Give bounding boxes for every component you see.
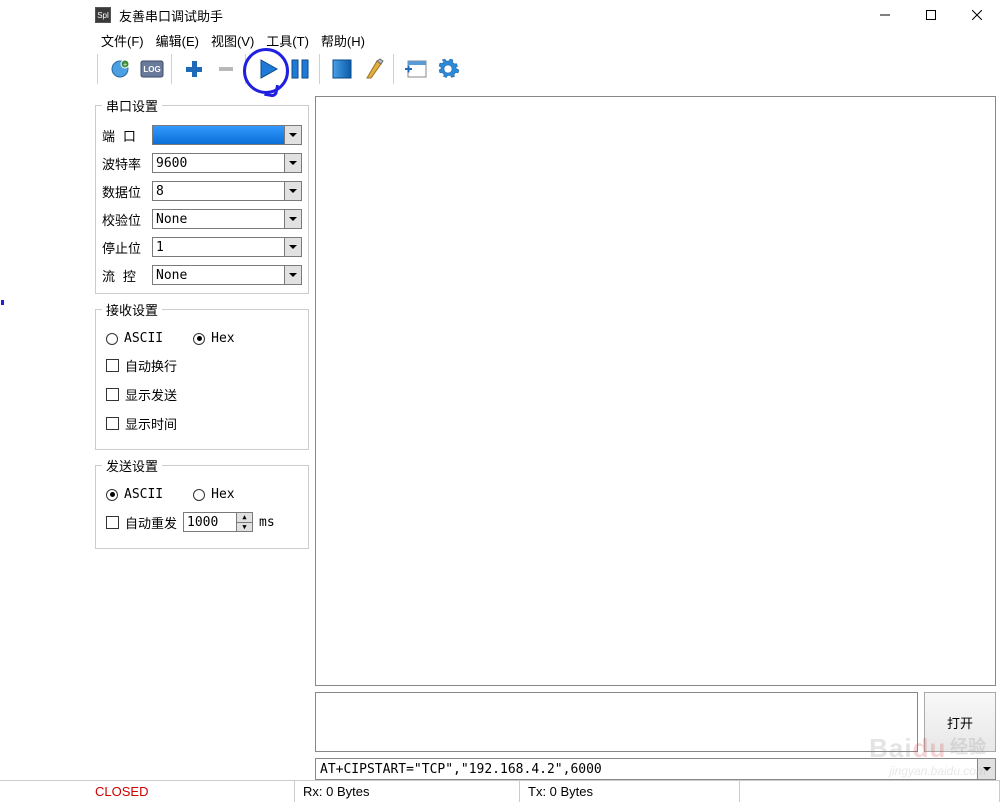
menubar: 文件(F) 编辑(E) 视图(V) 工具(T) 帮助(H) (0, 30, 1000, 50)
tool-log-icon[interactable]: LOG (137, 54, 167, 84)
receive-settings-group: 接收设置 ASCII Hex 自动换行 显示发送 显示时间 (95, 300, 309, 450)
tx-ascii-radio[interactable]: ASCII (106, 487, 163, 502)
parity-combo[interactable]: None (152, 209, 302, 229)
data-label: 数据位 (102, 182, 146, 201)
toolbar: + LOG (0, 50, 1000, 88)
ms-label: ms (259, 515, 275, 530)
annotation-dot (1, 300, 4, 305)
status-tx: Tx: 0 Bytes (520, 781, 740, 802)
rx-hex-radio[interactable]: Hex (193, 331, 234, 346)
menu-edit[interactable]: 编辑(E) (150, 29, 205, 52)
serial-settings-legend: 串口设置 (102, 96, 162, 115)
baud-combo[interactable]: 9600 (152, 153, 302, 173)
tool-gear-icon[interactable] (433, 54, 463, 84)
window-title: 友善串口调试助手 (119, 6, 862, 25)
svg-text:LOG: LOG (143, 65, 160, 74)
tool-plus-icon[interactable] (179, 54, 209, 84)
parity-label: 校验位 (102, 210, 146, 229)
serial-settings-group: 串口设置 端 口 波特率 9600 数据位 8 校验位 None 停止位 1 (95, 96, 309, 294)
show-send-check[interactable]: 显示发送 (102, 383, 302, 406)
status-closed: CLOSED (0, 781, 295, 802)
minimize-button[interactable] (862, 0, 908, 30)
port-combo[interactable] (152, 125, 302, 145)
tx-hex-radio[interactable]: Hex (193, 487, 234, 502)
close-button[interactable] (954, 0, 1000, 30)
tool-stop-icon[interactable] (327, 54, 357, 84)
tool-play-icon[interactable] (253, 54, 283, 84)
send-settings-legend: 发送设置 (102, 456, 162, 475)
stop-label: 停止位 (102, 238, 146, 257)
status-empty (740, 781, 1000, 802)
right-panel: 打开 (309, 88, 1000, 780)
menu-file[interactable]: 文件(F) (95, 29, 150, 52)
data-combo[interactable]: 8 (152, 181, 302, 201)
receive-settings-legend: 接收设置 (102, 300, 162, 319)
menu-help[interactable]: 帮助(H) (315, 29, 371, 52)
stop-combo[interactable]: 1 (152, 237, 302, 257)
flow-combo[interactable]: None (152, 265, 302, 285)
send-textarea[interactable] (315, 692, 918, 752)
send-settings-group: 发送设置 ASCII Hex 自动重发 ▲▼ ms (95, 456, 309, 549)
status-rx: Rx: 0 Bytes (295, 781, 520, 802)
rx-ascii-radio[interactable]: ASCII (106, 331, 163, 346)
auto-wrap-check[interactable]: 自动换行 (102, 354, 302, 377)
maximize-button[interactable] (908, 0, 954, 30)
menu-view[interactable]: 视图(V) (205, 29, 260, 52)
titlebar: Spl 友善串口调试助手 (0, 0, 1000, 30)
command-combo[interactable] (315, 758, 996, 780)
tool-pause-icon[interactable] (285, 54, 315, 84)
baud-label: 波特率 (102, 154, 146, 173)
auto-resend-label: 自动重发 (125, 513, 177, 532)
open-button[interactable]: 打开 (924, 692, 996, 752)
tool-minus-icon[interactable] (211, 54, 241, 84)
interval-spinner[interactable]: ▲▼ (183, 512, 253, 532)
receive-textarea[interactable] (315, 96, 996, 686)
port-label: 端 口 (102, 126, 146, 145)
statusbar: CLOSED Rx: 0 Bytes Tx: 0 Bytes (0, 780, 1000, 802)
auto-resend-check[interactable] (106, 516, 119, 529)
tool-brush-icon[interactable] (359, 54, 389, 84)
chevron-down-icon[interactable] (978, 758, 996, 780)
flow-label: 流 控 (102, 266, 146, 285)
svg-text:+: + (123, 62, 127, 69)
menu-tools[interactable]: 工具(T) (260, 29, 315, 52)
tool-globe-icon[interactable]: + (105, 54, 135, 84)
left-panel: 串口设置 端 口 波特率 9600 数据位 8 校验位 None 停止位 1 (95, 88, 309, 780)
tool-window-plus-icon[interactable] (401, 54, 431, 84)
show-time-check[interactable]: 显示时间 (102, 412, 302, 435)
app-icon: Spl (95, 7, 111, 23)
